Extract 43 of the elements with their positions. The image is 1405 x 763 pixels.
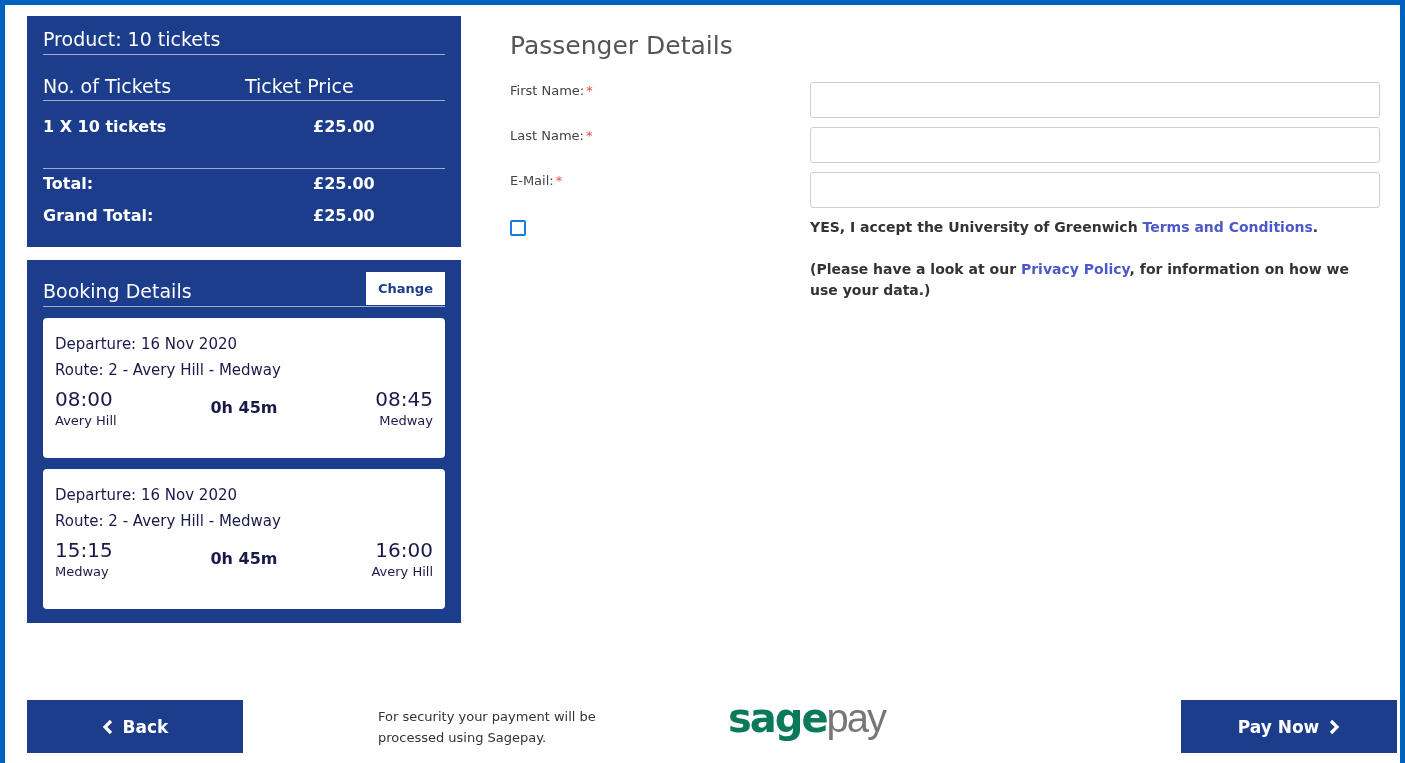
arrival-time: 16:00 xyxy=(374,538,433,562)
chevron-right-icon xyxy=(1329,718,1341,735)
chevron-left-icon xyxy=(101,718,113,735)
consent-text: YES, I accept the University of Greenwich Terms and Conditions. xyxy=(810,219,1319,235)
arrival-stop: Medway xyxy=(378,413,433,428)
departure-stop: Medway xyxy=(55,564,110,579)
duration: 0h 45m xyxy=(209,398,279,417)
section-title: Passenger Details xyxy=(510,31,734,60)
departure-time: 15:15 xyxy=(55,538,114,562)
change-button[interactable]: Change xyxy=(366,272,445,305)
arrival-stop: Avery Hill xyxy=(370,564,433,579)
route-name: Route: 2 - Avery Hill - Medway xyxy=(55,361,282,379)
checkbox[interactable] xyxy=(510,220,526,236)
departure-date: Departure: 16 Nov 2020 xyxy=(55,486,238,504)
duration: 0h 45m xyxy=(209,549,279,568)
security-note: For security your payment will be processed using Sagepay. xyxy=(378,707,597,747)
privacy-note: (Please have a look at our Privacy Policy, for information on how we use your data.) xyxy=(810,260,1350,300)
sagepay-logo: sagepay xyxy=(728,694,886,741)
field-label: First Name:* xyxy=(510,82,594,100)
departure-time: 08:00 xyxy=(55,387,114,411)
field-label: E-Mail:* xyxy=(510,172,564,190)
pay-now-button[interactable]: Pay Now xyxy=(1181,700,1397,753)
total-amount: £25.00 xyxy=(313,206,376,227)
terms-link[interactable]: Terms and Conditions xyxy=(1142,219,1313,235)
input-field[interactable] xyxy=(810,127,1380,163)
panel-title: Booking Details xyxy=(43,280,192,304)
total-label: Total: xyxy=(43,174,95,195)
back-button[interactable]: Back xyxy=(27,700,243,753)
column-header: No. of Tickets xyxy=(43,75,173,97)
departure-stop: Avery Hill xyxy=(55,413,118,428)
privacy-link[interactable]: Privacy Policy xyxy=(1020,261,1130,277)
departure-date: Departure: 16 Nov 2020 xyxy=(55,335,238,353)
panel-title: Product: 10 tickets xyxy=(43,28,445,55)
total-amount: £25.00 xyxy=(313,174,376,195)
table-cell-text: £25.00 xyxy=(313,117,376,136)
input-field[interactable] xyxy=(810,172,1380,208)
total-label: Grand Total: xyxy=(43,206,155,227)
table-cell-text: 1 X 10 tickets xyxy=(43,117,168,136)
input-field[interactable] xyxy=(810,82,1380,118)
arrival-time: 08:45 xyxy=(374,387,433,411)
field-label: Last Name:* xyxy=(510,127,594,145)
column-header: Ticket Price xyxy=(245,75,355,97)
route-name: Route: 2 - Avery Hill - Medway xyxy=(55,512,282,530)
